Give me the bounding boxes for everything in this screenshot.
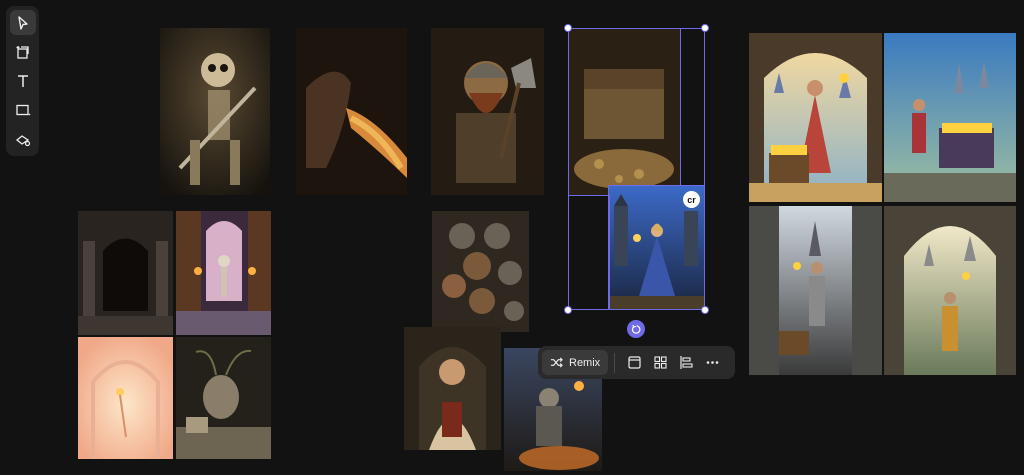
image-dwarf-axe[interactable] xyxy=(431,28,544,195)
toolbar-separator xyxy=(614,352,616,373)
generate-image-tool[interactable] xyxy=(10,39,36,64)
image-dungeon-corridor[interactable] xyxy=(78,211,173,335)
panel-icon xyxy=(628,356,641,369)
remix-button[interactable]: Remix xyxy=(542,350,609,375)
shape-tool[interactable] xyxy=(10,98,36,123)
arrange-button[interactable] xyxy=(647,350,673,375)
text-T-icon xyxy=(17,75,28,87)
content-credentials-badge: cr xyxy=(683,191,700,208)
image-skeleton-warrior[interactable] xyxy=(160,28,270,195)
resize-handle-bottom-right[interactable] xyxy=(701,306,709,314)
image-princess-treasure[interactable] xyxy=(749,33,882,202)
image-peasant-portrait[interactable] xyxy=(404,327,501,450)
select-tool[interactable] xyxy=(9,10,36,36)
resize-handle-bottom-left[interactable] xyxy=(564,306,572,314)
resize-handle-top-left[interactable] xyxy=(564,24,572,32)
remix-shuffle-icon xyxy=(550,357,563,368)
align-button[interactable] xyxy=(673,350,699,375)
resize-handle-top-right[interactable] xyxy=(701,24,709,32)
more-dots-icon xyxy=(706,361,718,364)
assets-tool[interactable] xyxy=(10,127,36,152)
selection-vertical-line xyxy=(680,28,681,186)
selection-inner-divider xyxy=(568,195,610,310)
image-skeleton-alley[interactable] xyxy=(176,211,271,335)
image-dragon-fire[interactable] xyxy=(296,28,407,195)
left-toolbar xyxy=(6,6,39,156)
image-treasure-chest-cave[interactable] xyxy=(569,29,680,196)
image-coin-wall[interactable] xyxy=(432,211,529,332)
arrange-grid-icon xyxy=(654,356,667,369)
rotate-icon xyxy=(631,324,640,334)
image-peach-arch-skeleton[interactable] xyxy=(78,337,173,459)
stack-settings-icon xyxy=(15,135,30,147)
align-left-icon xyxy=(680,356,693,369)
text-tool[interactable] xyxy=(10,68,36,93)
remix-label: Remix xyxy=(569,356,601,369)
context-toolbar: Remix xyxy=(538,346,735,379)
image-still-life-pottery[interactable] xyxy=(176,337,271,459)
image-knight-gate-sunset[interactable] xyxy=(884,206,1016,375)
cursor-arrow-icon xyxy=(17,15,28,30)
image-knight-treasure-chest[interactable] xyxy=(884,33,1016,202)
rectangle-icon xyxy=(15,105,30,116)
image-knight-castle-path[interactable] xyxy=(749,206,882,375)
more-button[interactable] xyxy=(699,350,725,375)
rotate-button[interactable] xyxy=(627,320,645,338)
panel-button[interactable] xyxy=(621,350,647,375)
image-plus-icon xyxy=(16,45,29,59)
